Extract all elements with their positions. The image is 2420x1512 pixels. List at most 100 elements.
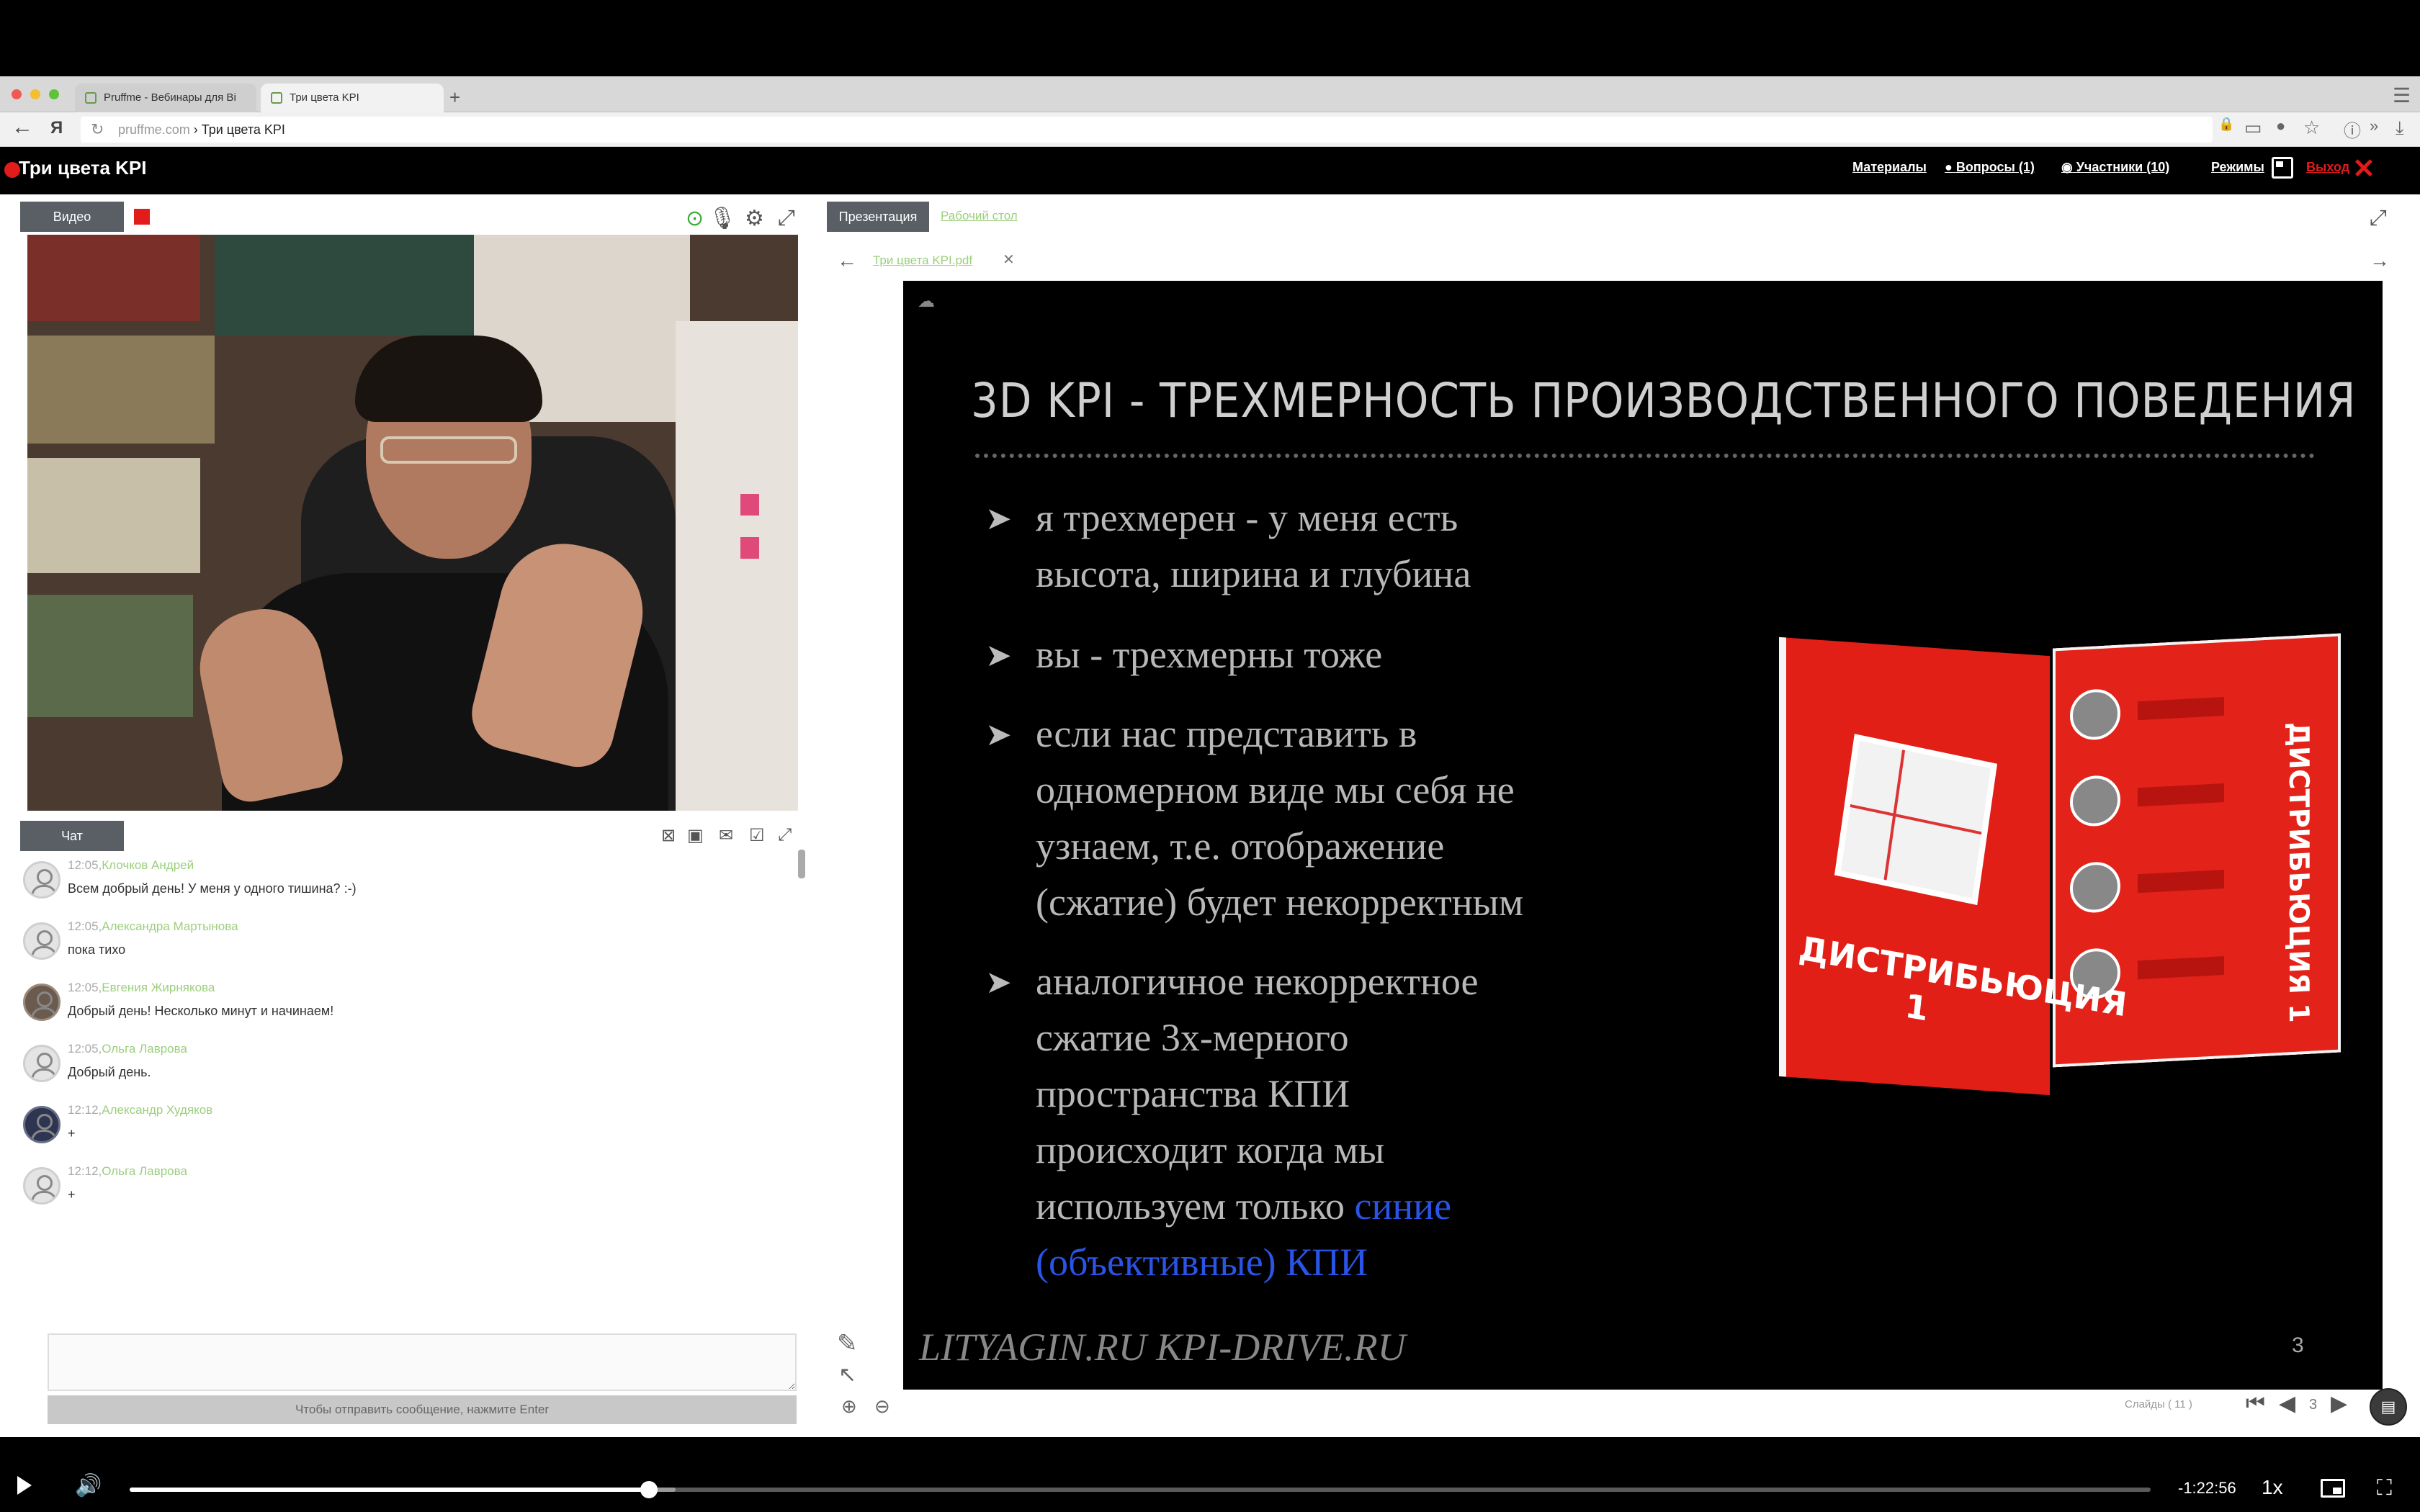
white-shelf	[676, 321, 798, 811]
video-player-controls	[0, 1437, 2420, 1512]
message-time: 12:05,	[68, 1042, 102, 1056]
modes-link[interactable]: Режимы	[2211, 160, 2264, 175]
highlight-text: синие	[1354, 1184, 1452, 1228]
arrow-bullet-icon: ➤	[985, 965, 1012, 1000]
tab-presentation[interactable]: Презентация	[827, 202, 929, 232]
video-stream[interactable]	[27, 235, 798, 811]
close-file-icon[interactable]: ✕	[1003, 251, 1015, 269]
presenter-hair	[355, 336, 542, 422]
browser-tab-active[interactable]: Три цвета KPI	[261, 84, 444, 112]
pointer-icon[interactable]: ↖	[838, 1362, 856, 1387]
expand-icon[interactable]: ⤢	[2370, 206, 2387, 230]
microphone-icon[interactable]: 🎙	[709, 206, 736, 231]
minimize-window-icon[interactable]	[30, 89, 40, 99]
message-icon[interactable]: ▭	[2244, 117, 2262, 139]
tab-chat[interactable]: Чат	[20, 821, 124, 851]
message-time: 12:05,	[68, 858, 102, 872]
url-separator: ›	[189, 122, 202, 137]
chat-message: 12:12,Ольга Лаврова +	[20, 1163, 798, 1220]
message-author[interactable]: Александра Мартынова	[102, 919, 238, 933]
bullet-line: сжатие 3х-мерного	[1036, 1016, 1349, 1059]
pen-icon[interactable]: ✎	[837, 1329, 858, 1358]
volume-icon[interactable]: 🔊	[75, 1473, 102, 1498]
yandex-icon[interactable]: Я	[50, 118, 63, 138]
bullet-line: если нас представить в	[1036, 712, 1417, 755]
message-time: 12:12,	[68, 1103, 102, 1117]
slide-bullet: ➤ аналогичное некорректное сжатие 3х-мер…	[985, 953, 1479, 1290]
questions-link[interactable]: ● Вопросы (1)	[1945, 160, 2035, 175]
avatar	[23, 1045, 60, 1082]
new-tab-plus-icon[interactable]: +	[449, 86, 460, 109]
top-letterbox	[0, 0, 2420, 76]
bullet-line: аналогичное некорректное	[1036, 960, 1479, 1003]
slide-bullet: ➤ если нас представить в одномерном виде…	[985, 706, 1523, 930]
message-text: Всем добрый день! У меня у одного тишина…	[68, 881, 357, 896]
captions-icon[interactable]: ▤	[2370, 1388, 2407, 1426]
zoom-out-icon[interactable]: ⊖	[874, 1395, 890, 1418]
zoom-in-icon[interactable]: ⊕	[841, 1395, 857, 1418]
download-icon[interactable]: ⤓	[2396, 117, 2404, 140]
first-slide-icon[interactable]: ⏮	[2246, 1391, 2265, 1416]
picture-in-picture-icon[interactable]	[2321, 1479, 2345, 1498]
browser-menu-icon[interactable]: ☰	[2393, 84, 2411, 107]
bullet-line: используем только синие	[1036, 1178, 1478, 1234]
chat-scrollbar[interactable]	[798, 850, 805, 878]
close-window-icon[interactable]	[12, 89, 22, 99]
progress-bar[interactable]	[130, 1481, 2151, 1498]
browser-tab-pruffme[interactable]: Pruffme - Вебинары для Ві	[75, 84, 256, 112]
tab-video[interactable]: Видео	[20, 202, 124, 232]
exit-link[interactable]: Выход	[2306, 160, 2349, 175]
play-icon[interactable]	[17, 1476, 32, 1495]
avatar	[23, 1167, 60, 1205]
message-text: Добрый день! Несколько минут и начинаем!	[68, 1004, 334, 1018]
close-x-icon[interactable]: ✕	[2352, 153, 2375, 185]
participants-link[interactable]: ◉ Участники (10)	[2061, 160, 2169, 175]
message-text: пока тихо	[68, 942, 126, 957]
next-slide-icon[interactable]: ▶	[2331, 1391, 2347, 1416]
author-photo	[2070, 688, 2120, 742]
back-arrow-icon[interactable]: ←	[837, 249, 857, 272]
lock-icon[interactable]: 🔒	[2218, 117, 2234, 132]
avatar	[23, 984, 60, 1021]
clear-chat-icon[interactable]: ⊠	[661, 825, 676, 846]
book-spine-title: ДИСТРИБЬЮЦИЯ 1	[2283, 721, 2315, 1024]
info-icon[interactable]: ⓘ	[2344, 117, 2361, 142]
message-author[interactable]: Ольга Лаврова	[102, 1042, 187, 1056]
message-author[interactable]: Ольга Лаврова	[102, 1164, 187, 1178]
forward-arrow-icon[interactable]: →	[2370, 249, 2390, 272]
excel-export-icon[interactable]: ▣	[687, 825, 704, 846]
file-name-link[interactable]: Три цвета KPI.pdf	[873, 253, 972, 268]
url-field[interactable]: ↻ pruffme.com › Три цвета KPI	[81, 117, 2213, 143]
progress-knob[interactable]	[640, 1481, 658, 1498]
zoom-window-icon[interactable]	[49, 89, 59, 99]
message-meta: 12:12,Александр Худяков	[68, 1103, 212, 1117]
playback-speed-button[interactable]: 1x	[2262, 1476, 2283, 1499]
slide-bullet: ➤ вы - трехмерны тоже	[985, 626, 1382, 683]
chat-message-input[interactable]	[48, 1333, 797, 1391]
materials-link[interactable]: Материалы	[1852, 160, 1927, 175]
live-indicator-icon	[4, 162, 20, 178]
app-header	[0, 147, 2420, 194]
tab-desktop[interactable]: Рабочий стол	[941, 209, 1018, 223]
message-author[interactable]: Клочков Андрей	[102, 858, 194, 872]
send-hint-bar[interactable]: Чтобы отправить сообщение, нажмите Enter	[48, 1395, 797, 1424]
protect-icon[interactable]: ●	[2276, 117, 2285, 135]
more-chevron-icon[interactable]: »	[2370, 117, 2378, 135]
location-pin-icon[interactable]: ⊙	[686, 206, 704, 231]
fullscreen-icon[interactable]: ⛶	[2377, 1476, 2392, 1500]
mail-icon[interactable]: ✉	[719, 825, 733, 846]
bookmark-star-icon[interactable]: ☆	[2303, 117, 2320, 139]
pink-label	[740, 494, 759, 516]
check-icon[interactable]: ☑	[749, 825, 765, 846]
expand-icon[interactable]: ⤢	[778, 825, 792, 845]
layout-icon[interactable]	[2272, 157, 2293, 179]
back-arrow-icon[interactable]: ←	[12, 115, 33, 140]
expand-icon[interactable]: ⤢	[778, 206, 795, 230]
message-author[interactable]: Александр Худяков	[102, 1103, 212, 1117]
message-author[interactable]: Евгения Жирнякова	[102, 981, 215, 994]
prev-slide-icon[interactable]: ◀	[2279, 1391, 2295, 1416]
time-remaining: -1:22:56	[2178, 1479, 2236, 1497]
title-divider	[975, 454, 2315, 458]
reload-icon[interactable]: ↻	[91, 117, 104, 143]
settings-gear-icon[interactable]: ⚙	[745, 206, 764, 231]
